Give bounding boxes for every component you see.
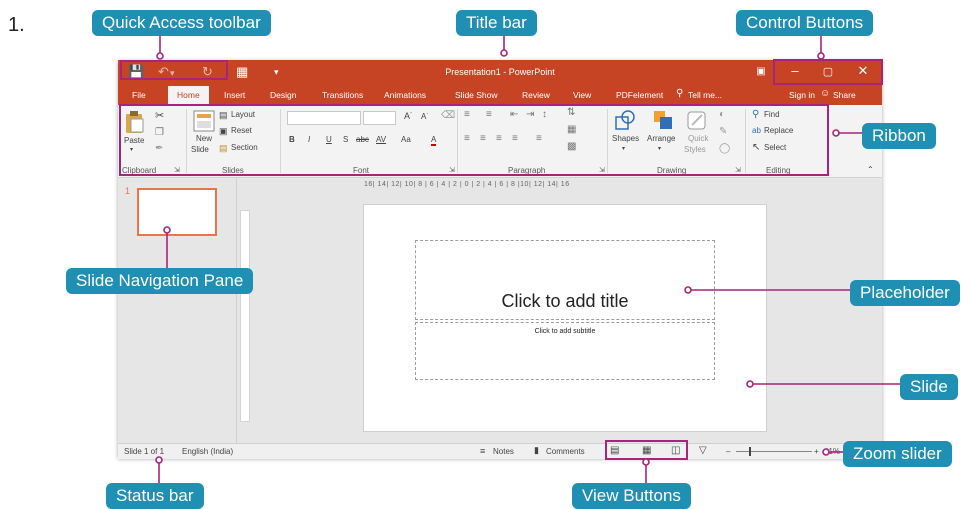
tab-slide-show[interactable]: Slide Show <box>455 90 498 100</box>
tab-view[interactable]: View <box>573 90 591 100</box>
callout-status-bar: Status bar <box>106 483 204 509</box>
tab-home[interactable]: Home <box>168 86 209 105</box>
tab-insert[interactable]: Insert <box>224 90 245 100</box>
slide-thumbnail-number: 1 <box>125 186 131 196</box>
tab-review[interactable]: Review <box>522 90 550 100</box>
zoom-out-button[interactable]: – <box>726 447 730 456</box>
tab-transitions[interactable]: Transitions <box>322 90 363 100</box>
figure-number: 1. <box>8 14 25 36</box>
zoom-level[interactable]: 41% <box>824 447 840 456</box>
view-buttons-highlight <box>605 440 688 460</box>
subtitle-placeholder-text: Click to add subtitle <box>534 328 596 335</box>
slide-count: Slide 1 of 1 <box>124 447 165 456</box>
callout-view-buttons: View Buttons <box>572 483 691 509</box>
subtitle-placeholder[interactable]: Click to add subtitle <box>415 322 715 380</box>
zoom-slider-thumb[interactable] <box>749 447 751 456</box>
notes-button[interactable]: Notes <box>493 447 514 456</box>
slide-navigation-pane: 1 <box>118 178 237 443</box>
callout-placeholder: Placeholder <box>850 280 960 306</box>
tab-pdfelement[interactable]: PDFelement <box>616 90 663 100</box>
zoom-in-button[interactable]: + <box>814 447 819 456</box>
callout-control-buttons: Control Buttons <box>736 10 874 36</box>
collapse-ribbon-icon[interactable]: ⌃ <box>867 165 874 174</box>
notes-icon[interactable]: ≡ <box>480 446 485 456</box>
quick-access-highlight <box>120 60 228 80</box>
comments-icon[interactable]: ▮ <box>534 445 539 456</box>
title-placeholder[interactable]: Click to add title <box>415 240 715 320</box>
callout-title-bar: Title bar <box>456 10 537 36</box>
ribbon-display-options-icon[interactable]: ▣ <box>746 66 776 77</box>
callout-ribbon: Ribbon <box>862 123 936 149</box>
tab-file[interactable]: File <box>132 90 146 100</box>
language-indicator[interactable]: English (India) <box>182 447 233 456</box>
callout-zoom-slider: Zoom slider <box>843 441 952 467</box>
tell-me-search[interactable]: Tell me... <box>688 90 722 100</box>
lightbulb-icon: ⚲ <box>676 88 684 99</box>
zoom-slider-track[interactable] <box>736 451 812 452</box>
share-person-icon: ☺ <box>820 88 831 99</box>
comments-button[interactable]: Comments <box>546 447 585 456</box>
ribbon-tabs: File Home Insert Design Transitions Anim… <box>118 86 882 105</box>
horizontal-ruler: 16| 14| 12| 10| 8 | 6 | 4 | 2 | 0 | 2 | … <box>364 181 570 188</box>
callout-slide: Slide <box>900 374 958 400</box>
callout-quick-access-toolbar: Quick Access toolbar <box>92 10 271 36</box>
ribbon-highlight <box>119 104 829 176</box>
slide-canvas[interactable]: Click to add title Click to add subtitle <box>363 204 767 432</box>
sign-in-link[interactable]: Sign in <box>789 90 815 100</box>
title-bar: 💾 ↶ ▾ ↻ ▦ ▾ Presentation1 - PowerPoint ▣… <box>118 60 882 86</box>
tab-animations[interactable]: Animations <box>384 90 426 100</box>
callout-slide-navigation-pane: Slide Navigation Pane <box>66 268 254 294</box>
share-button[interactable]: Share <box>833 90 856 100</box>
control-buttons-highlight <box>773 59 883 85</box>
tab-design[interactable]: Design <box>270 90 296 100</box>
vertical-ruler <box>240 210 250 422</box>
status-bar: Slide 1 of 1 English (India) ≡ Notes ▮ C… <box>118 443 882 459</box>
title-placeholder-text: Click to add title <box>501 291 629 311</box>
slide-show-icon[interactable]: ▽ <box>699 445 707 456</box>
slide-thumbnail[interactable] <box>137 188 217 236</box>
